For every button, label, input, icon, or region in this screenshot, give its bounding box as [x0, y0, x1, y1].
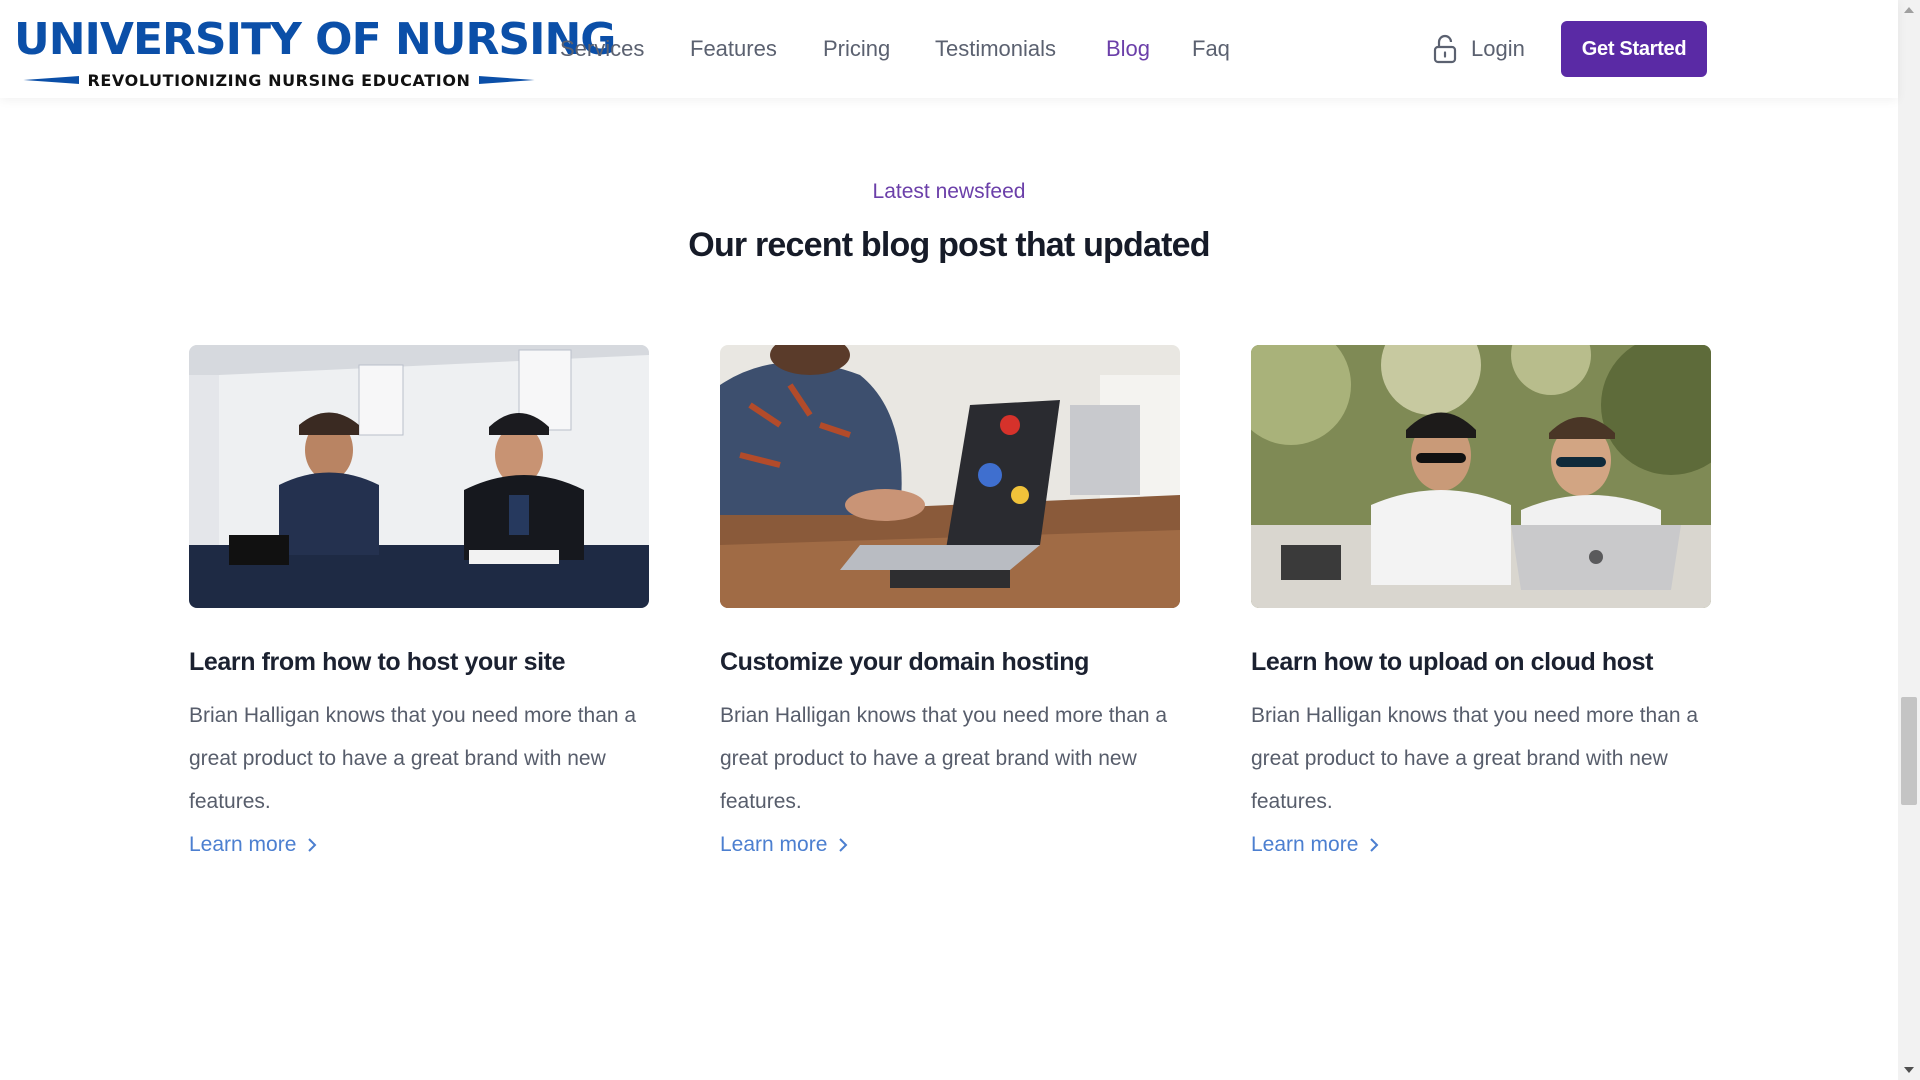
chevron-right-icon	[308, 838, 317, 852]
scroll-down-arrow[interactable]	[1898, 1060, 1920, 1080]
get-started-button[interactable]: Get Started	[1561, 21, 1707, 77]
blog-card-excerpt: Brian Halligan knows that you need more …	[189, 704, 637, 813]
nav-item-blog[interactable]: Blog	[1106, 34, 1150, 64]
learn-more-label: Learn more	[189, 833, 297, 856]
learn-more-link[interactable]: Learn more	[720, 833, 849, 857]
nav-item-features[interactable]: Features	[690, 34, 777, 64]
section-title: Our recent blog post that updated	[688, 226, 1210, 264]
two-men-at-table-photo[interactable]	[189, 345, 649, 608]
two-men-with-sunglasses-laptop-photo[interactable]	[1251, 345, 1711, 608]
logo-line-left	[23, 76, 80, 84]
blog-card-excerpt: Brian Halligan knows that you need more …	[1251, 704, 1699, 813]
nav-item-services[interactable]: Services	[560, 34, 644, 64]
learn-more-link[interactable]: Learn more	[189, 833, 318, 857]
blog-card-title[interactable]: Learn how to upload on cloud host	[1251, 646, 1711, 678]
nav-item-testimonials[interactable]: Testimonials	[935, 34, 1056, 64]
nav-item-pricing[interactable]: Pricing	[823, 34, 890, 64]
chevron-right-icon	[839, 838, 848, 852]
page-scrollbar[interactable]	[1898, 0, 1920, 1080]
blog-card-excerpt: Brian Halligan knows that you need more …	[720, 704, 1168, 813]
section-eyebrow: Latest newsfeed	[872, 180, 1026, 203]
logo-subtitle: REVOLUTIONIZING NURSING EDUCATION	[87, 70, 471, 90]
learn-more-label: Learn more	[720, 833, 828, 856]
person-with-laptop-photo[interactable]	[720, 345, 1180, 608]
lock-icon	[1433, 34, 1457, 64]
logo-title: UNIVERSITY OF NURSING	[14, 14, 616, 65]
scroll-up-arrow[interactable]	[1898, 0, 1920, 20]
blog-card-title[interactable]: Customize your domain hosting	[720, 646, 1180, 678]
blog-card: Learn from how to host your site Brian H…	[189, 345, 649, 857]
site-header: UNIVERSITY OF NURSING REVOLUTIONIZING NU…	[0, 0, 1898, 98]
site-logo[interactable]: UNIVERSITY OF NURSING REVOLUTIONIZING NU…	[14, 14, 616, 94]
blog-card: Customize your domain hosting Brian Hall…	[720, 345, 1180, 857]
logo-tagline: REVOLUTIONIZING NURSING EDUCATION	[14, 68, 544, 92]
nav-item-faq[interactable]: Faq	[1192, 34, 1230, 64]
blog-card-title[interactable]: Learn from how to host your site	[189, 646, 649, 678]
logo-line-right	[478, 76, 535, 84]
learn-more-link[interactable]: Learn more	[1251, 833, 1380, 857]
blog-card: Learn how to upload on cloud host Brian …	[1251, 345, 1711, 857]
chevron-right-icon	[1370, 838, 1379, 852]
login-link[interactable]: Login	[1433, 33, 1525, 65]
learn-more-label: Learn more	[1251, 833, 1359, 856]
login-label: Login	[1471, 36, 1525, 61]
scrollbar-thumb[interactable]	[1901, 697, 1917, 805]
